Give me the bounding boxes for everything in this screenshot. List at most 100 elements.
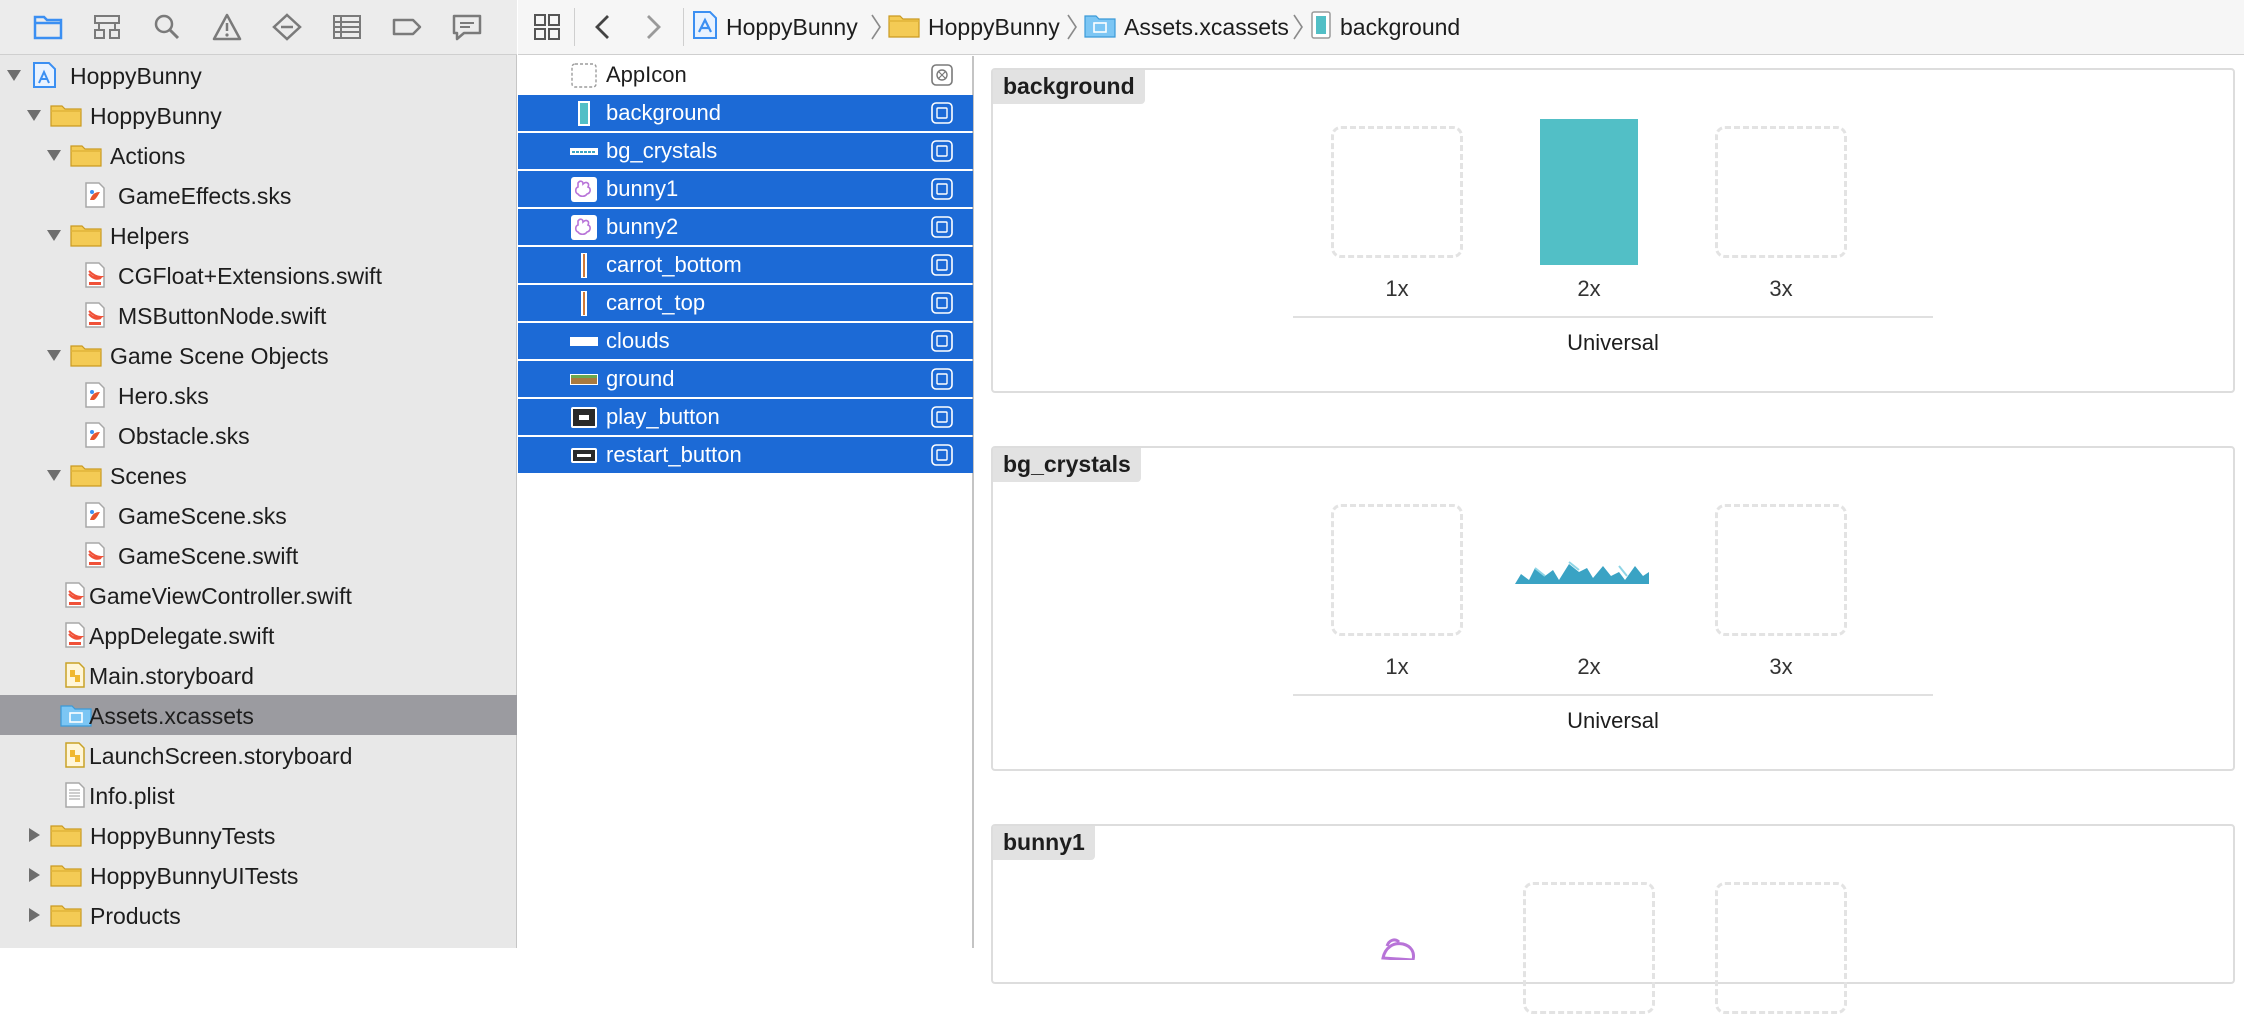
asset-list-item[interactable]: carrot_top	[518, 285, 973, 321]
asset-list-item[interactable]: ground	[518, 361, 973, 397]
tree-file-row[interactable]: Main.storyboard	[0, 655, 517, 695]
tree-item-label: Info.plist	[89, 783, 175, 809]
disclosure-open-icon[interactable]	[46, 148, 62, 162]
disclosure-open-icon[interactable]	[46, 228, 62, 242]
bg-crystals-image[interactable]	[1515, 556, 1663, 596]
empty-image-slot[interactable]	[1331, 126, 1463, 258]
tree-file-row[interactable]: GameScene.sks	[0, 495, 517, 535]
tree-file-row[interactable]: AppDelegate.swift	[0, 615, 517, 655]
bunny-thumbnail-icon	[570, 215, 598, 240]
asset-name: carrot_top	[606, 290, 706, 315]
test-diamond-icon[interactable]	[271, 12, 303, 42]
breakpoint-tag-icon[interactable]	[391, 12, 423, 42]
empty-image-slot[interactable]	[1715, 504, 1847, 636]
empty-image-slot[interactable]	[1715, 126, 1847, 258]
asset-list-item[interactable]: restart_button	[518, 437, 973, 473]
tree-group-row[interactable]: Helpers	[0, 215, 517, 255]
folder-icon[interactable]	[32, 12, 64, 42]
asset-list-item[interactable]: bunny1	[518, 171, 973, 207]
forward-chevron-icon[interactable]	[638, 12, 668, 42]
tree-item-label: GameScene.sks	[118, 503, 287, 529]
debug-list-icon[interactable]	[331, 12, 363, 42]
tree-file-row[interactable]: Hero.sks	[0, 375, 517, 415]
asset-list-item[interactable]: AppIcon	[518, 57, 973, 93]
issue-warning-icon[interactable]	[211, 12, 243, 42]
report-comment-icon[interactable]	[451, 12, 483, 42]
tree-item-label: LaunchScreen.storyboard	[89, 743, 353, 769]
tree-group-row[interactable]: Game Scene Objects	[0, 335, 517, 375]
swift-file-icon	[80, 302, 110, 328]
disclosure-closed-icon[interactable]	[26, 828, 42, 842]
asset-name: clouds	[606, 328, 670, 353]
tree-file-row[interactable]: GameViewController.swift	[0, 575, 517, 615]
tree-file-row[interactable]: LaunchScreen.storyboard	[0, 735, 517, 775]
empty-image-slot[interactable]	[1715, 882, 1847, 1014]
related-items-grid-icon[interactable]	[532, 12, 562, 42]
asset-list-item[interactable]: carrot_bottom	[518, 247, 973, 283]
tree-file-row[interactable]: HoppyBunny	[0, 55, 517, 95]
tree-file-row[interactable]: MSButtonNode.swift	[0, 295, 517, 335]
disclosure-open-icon[interactable]	[26, 108, 42, 122]
breadcrumb-label: background	[1340, 13, 1461, 40]
spritekit-file-icon	[80, 422, 110, 448]
tree-item-label: HoppyBunnyUITests	[90, 863, 299, 889]
breadcrumb-catalog[interactable]: Assets.xcassets	[1084, 12, 1289, 42]
tree-group-row[interactable]: HoppyBunny	[0, 95, 517, 135]
disclosure-open-icon[interactable]	[46, 468, 62, 482]
disclosure-closed-icon[interactable]	[26, 868, 42, 882]
breadcrumb-separator-icon	[870, 13, 882, 41]
spritekit-file-icon	[80, 382, 110, 408]
ground-thumbnail-icon	[570, 367, 598, 392]
asset-list-item[interactable]: clouds	[518, 323, 973, 359]
storyboard-file-icon	[60, 662, 90, 688]
image-set-panel: bunny1	[991, 824, 2235, 1014]
asset-list-item[interactable]: background	[518, 95, 973, 131]
image-set-panel: background 1x 2x 3x Universal	[991, 68, 2235, 393]
back-chevron-icon[interactable]	[588, 12, 618, 42]
breadcrumb-group[interactable]: HoppyBunny	[888, 12, 1060, 42]
disclosure-open-icon[interactable]	[6, 68, 22, 82]
asset-list-item[interactable]: bunny2	[518, 209, 973, 245]
bunny1-image[interactable]	[1377, 936, 1417, 965]
empty-image-slot[interactable]	[1523, 882, 1655, 1014]
tree-file-row[interactable]: GameEffects.sks	[0, 175, 517, 215]
image-set-badge-icon	[930, 406, 954, 428]
tree-item-label: GameEffects.sks	[118, 183, 292, 209]
tree-item-label: Actions	[110, 143, 186, 169]
xcassets-icon	[60, 702, 92, 728]
source-control-icon[interactable]	[91, 12, 123, 42]
disclosure-open-icon[interactable]	[46, 348, 62, 362]
folder-icon	[70, 142, 102, 168]
tree-file-row[interactable]: Info.plist	[0, 775, 517, 815]
tree-file-row[interactable]: CGFloat+Extensions.swift	[0, 255, 517, 295]
disclosure-closed-icon[interactable]	[26, 908, 42, 922]
tree-group-row[interactable]: Actions	[0, 135, 517, 175]
find-icon[interactable]	[151, 12, 183, 42]
image-set-badge-icon	[930, 444, 954, 466]
scale-label: 3x	[1769, 654, 1793, 679]
tree-group-row[interactable]: Scenes	[0, 455, 517, 495]
asset-list-item[interactable]: play_button	[518, 399, 973, 435]
asset-list-item[interactable]: bg_crystals	[518, 133, 973, 169]
breadcrumb-asset[interactable]: background	[1310, 10, 1461, 42]
tree-group-row[interactable]: HoppyBunnyUITests	[0, 855, 517, 895]
asset-name: bunny1	[606, 176, 679, 201]
tree-group-row[interactable]: HoppyBunnyTests	[0, 815, 517, 855]
empty-image-slot[interactable]	[1331, 504, 1463, 636]
image-set-badge-icon	[930, 330, 954, 352]
background-image[interactable]	[1540, 119, 1638, 270]
tree-group-row[interactable]: Products	[0, 895, 517, 935]
bunny-thumbnail-icon	[570, 177, 598, 202]
scale-label: 2x	[1577, 276, 1601, 301]
tree-item-label: Helpers	[110, 223, 190, 249]
breadcrumb-project[interactable]: HoppyBunny	[692, 10, 858, 42]
project-navigator: HoppyBunny HoppyBunny Actions GameEffects.s…	[0, 0, 517, 948]
tree-file-row[interactable]: Obstacle.sks	[0, 415, 517, 455]
divider	[683, 8, 684, 46]
image-set-badge-icon	[930, 216, 954, 238]
tree-file-row[interactable]: GameScene.swift	[0, 535, 517, 575]
carrot-thumbnail-icon	[570, 253, 598, 278]
folder-icon	[50, 862, 82, 888]
tree-file-row[interactable]: Assets.xcassets	[0, 695, 517, 735]
asset-name: carrot_bottom	[606, 252, 742, 277]
